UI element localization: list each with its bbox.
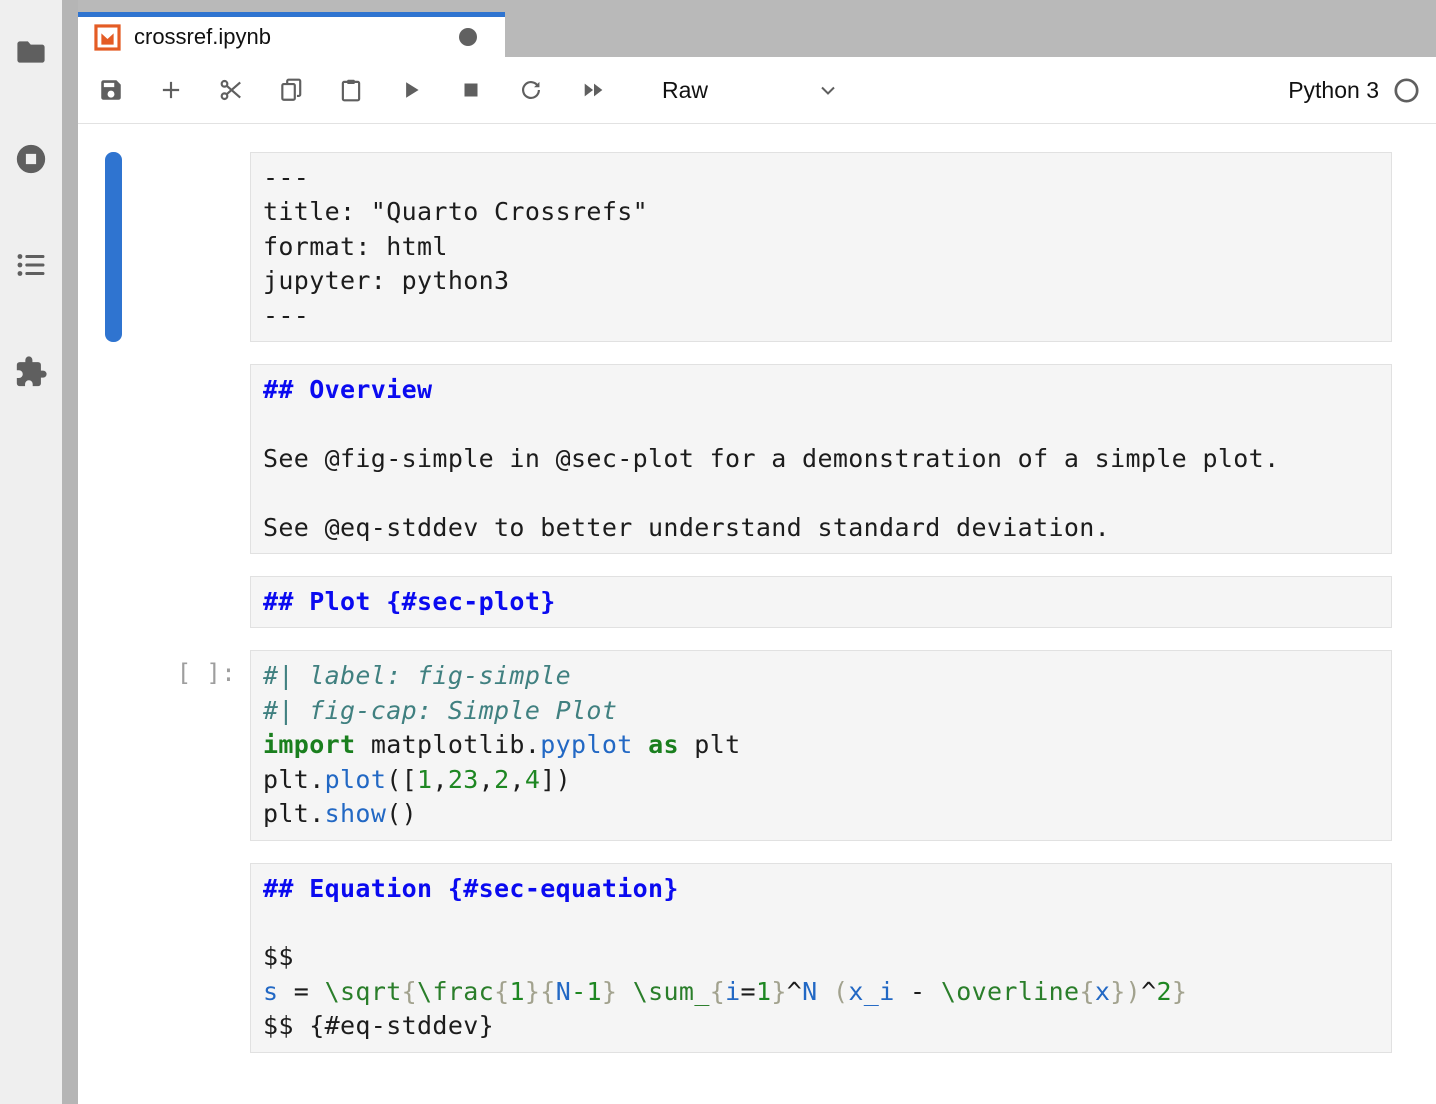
code-line: See @fig-simple in @sec-plot for a demon… (263, 442, 1379, 476)
code-line: plt.show() (263, 797, 1379, 831)
main-area: crossref.ipynb (78, 0, 1436, 1104)
cell-type-dropdown[interactable]: Raw (662, 77, 840, 104)
tab-crossref-ipynb[interactable]: crossref.ipynb (78, 12, 505, 57)
table-of-contents-icon[interactable] (0, 243, 62, 287)
code-line: ## Overview (263, 373, 1379, 407)
copy-cell-icon[interactable] (278, 77, 304, 103)
kernel-name[interactable]: Python 3 (1288, 77, 1379, 104)
notebook-toolbar: Raw Python 3 (78, 57, 1436, 124)
code-line: $$ (263, 940, 1379, 974)
code-line: #| label: fig-simple (263, 659, 1379, 693)
markdown-cell-editor[interactable]: ## Equation {#sec-equation} $$s = \sqrt{… (250, 863, 1392, 1053)
code-line: import matplotlib.pyplot as plt (263, 728, 1379, 762)
code-line (263, 476, 1379, 510)
sidebar-divider[interactable] (62, 0, 78, 1104)
code-line: format: html (263, 230, 1379, 264)
cut-cell-icon[interactable] (218, 77, 244, 103)
save-icon[interactable] (98, 77, 124, 103)
code-cell-editor[interactable]: #| label: fig-simple#| fig-cap: Simple P… (250, 650, 1392, 840)
code-line: See @eq-stddev to better understand stan… (263, 511, 1379, 545)
tab-bar: crossref.ipynb (78, 0, 1436, 57)
code-line: ## Equation {#sec-equation} (263, 872, 1379, 906)
tab-title: crossref.ipynb (134, 24, 271, 50)
extension-manager-icon[interactable] (0, 350, 62, 394)
code-line: title: "Quarto Crossrefs" (263, 195, 1379, 229)
raw-cell-editor[interactable]: ---title: "Quarto Crossrefs"format: html… (250, 152, 1392, 342)
notebook-cell-plot-heading-markdown[interactable]: ## Plot {#sec-plot} (250, 576, 1392, 628)
notebook-icon (94, 24, 121, 51)
paste-cell-icon[interactable] (338, 77, 364, 103)
run-all-icon[interactable] (578, 77, 610, 103)
code-line: ## Plot {#sec-plot} (263, 585, 1379, 619)
notebook-cell-plot-code[interactable]: [ ]:#| label: fig-simple#| fig-cap: Simp… (250, 650, 1392, 840)
cell-list: ---title: "Quarto Crossrefs"format: html… (78, 152, 1436, 1053)
code-line: #| fig-cap: Simple Plot (263, 694, 1379, 728)
kernel-status-icon[interactable] (1393, 77, 1420, 104)
stop-icon[interactable] (458, 77, 484, 103)
add-cell-icon[interactable] (158, 77, 184, 103)
chevron-down-icon (816, 78, 840, 102)
code-line: plt.plot([1,23,2,4]) (263, 763, 1379, 797)
notebook-content: ---title: "Quarto Crossrefs"format: html… (78, 124, 1436, 1104)
notebook-cell-equation-markdown[interactable]: ## Equation {#sec-equation} $$s = \sqrt{… (250, 863, 1392, 1053)
unsaved-changes-indicator[interactable] (459, 28, 477, 46)
notebook-cell-overview-markdown[interactable]: ## Overview See @fig-simple in @sec-plot… (250, 364, 1392, 554)
markdown-cell-editor[interactable]: ## Overview See @fig-simple in @sec-plot… (250, 364, 1392, 554)
run-icon[interactable] (398, 77, 424, 103)
code-line (263, 906, 1379, 940)
restart-kernel-icon[interactable] (518, 77, 544, 103)
execution-prompt: [ ]: (78, 659, 236, 687)
code-line: jupyter: python3 (263, 264, 1379, 298)
markdown-cell-editor[interactable]: ## Plot {#sec-plot} (250, 576, 1392, 628)
code-line: --- (263, 161, 1379, 195)
cell-type-value: Raw (662, 77, 708, 104)
code-line (263, 407, 1379, 441)
kernel-area: Python 3 (1288, 77, 1420, 104)
left-sidebar (0, 0, 62, 1104)
running-sessions-icon[interactable] (0, 137, 62, 181)
jupyterlab-window: crossref.ipynb (0, 0, 1436, 1104)
active-cell-indicator[interactable] (105, 152, 122, 342)
code-line: s = \sqrt{\frac{1}{N-1} \sum_{i=1}^N (x_… (263, 975, 1379, 1009)
notebook-cell-yaml-frontmatter[interactable]: ---title: "Quarto Crossrefs"format: html… (250, 152, 1392, 342)
code-line: --- (263, 299, 1379, 333)
code-line: $$ {#eq-stddev} (263, 1009, 1379, 1043)
file-browser-icon[interactable] (0, 30, 62, 74)
